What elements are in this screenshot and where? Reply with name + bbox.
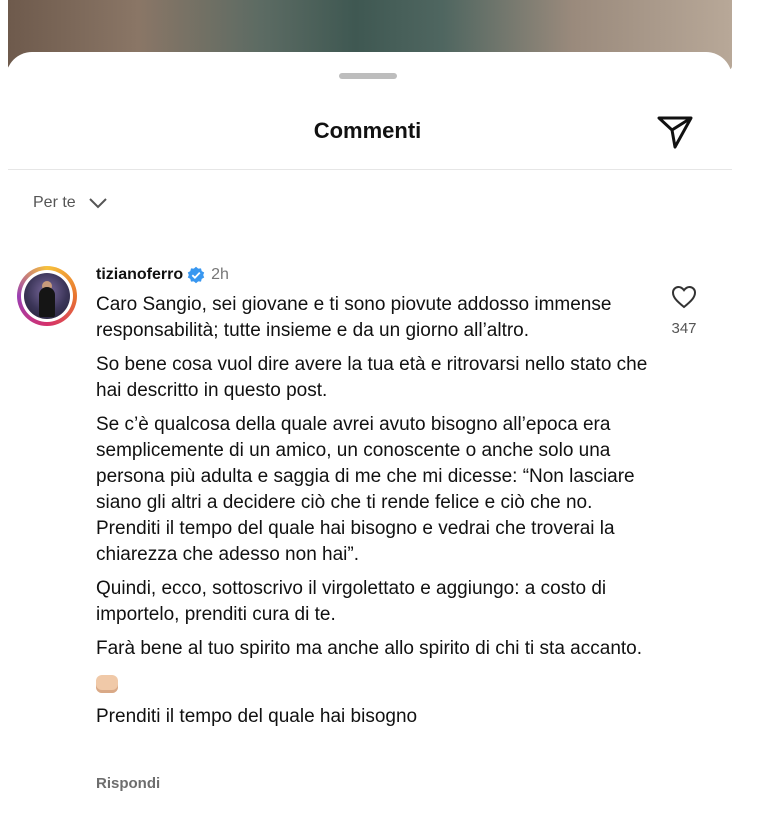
avatar-ring <box>21 270 73 322</box>
avatar-figure <box>39 287 55 317</box>
fist-emoji-icon <box>96 675 118 693</box>
comment-time: 2h <box>211 266 229 283</box>
sheet-drag-handle[interactable] <box>339 73 397 79</box>
comment-paragraph: So bene cosa vuol dire avere la tua età … <box>96 354 648 401</box>
like-control[interactable]: 347 <box>660 285 708 337</box>
like-count: 347 <box>671 320 697 337</box>
comment-closing: Prenditi il tempo del quale hai bisogno <box>96 706 418 727</box>
comment-paragraph: Se c’è qualcosa della quale avrei avuto … <box>96 414 635 565</box>
chevron-down-icon <box>88 198 107 209</box>
paper-plane-icon[interactable] <box>656 114 694 150</box>
comment-paragraph: Caro Sangio, sei giovane e ti sono piovu… <box>96 294 612 341</box>
heart-icon[interactable] <box>671 285 697 309</box>
avatar-image <box>24 273 70 319</box>
reply-button[interactable]: Rispondi <box>96 775 160 792</box>
sheet-title: Commenti <box>313 118 422 143</box>
header-divider <box>8 169 732 170</box>
emoji-line <box>96 670 656 696</box>
username[interactable]: tizianoferro <box>96 266 183 284</box>
comment-paragraph: Quindi, ecco, sottoscrivo il virgolettat… <box>96 578 607 625</box>
avatar[interactable] <box>17 266 77 326</box>
comment-body: Caro Sangio, sei giovane e ti sono piovu… <box>96 292 656 738</box>
sort-dropdown[interactable]: Per te <box>33 194 108 212</box>
verified-badge-icon <box>187 266 205 284</box>
comment-meta: tizianoferro 2h <box>96 266 229 284</box>
comment-paragraph: Farà bene al tuo spirito ma anche allo s… <box>96 638 643 659</box>
sort-label: Per te <box>33 194 76 211</box>
